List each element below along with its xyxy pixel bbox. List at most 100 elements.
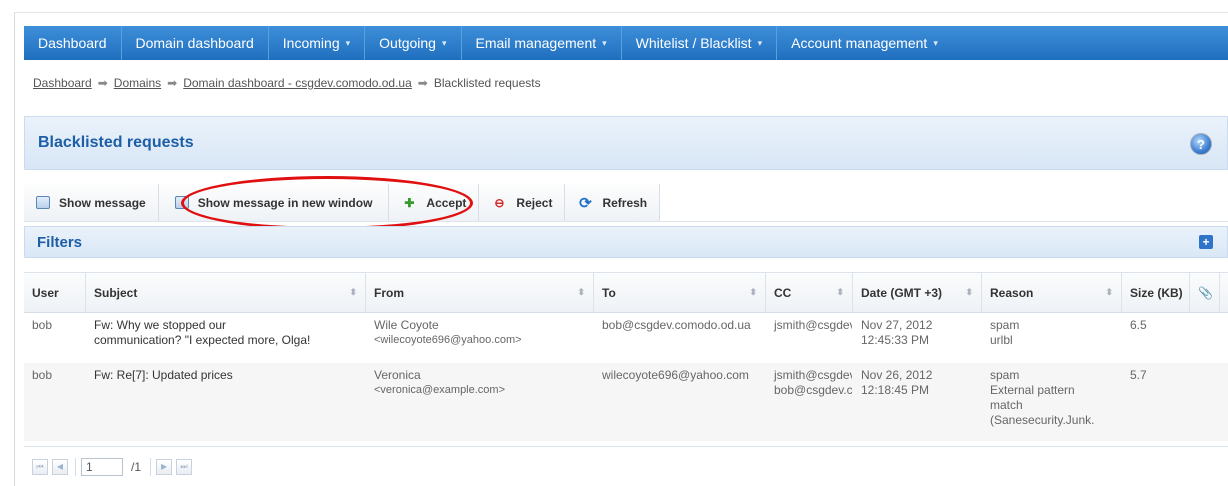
cell-subject: Fw: Why we stopped our communication? "I… — [86, 313, 366, 363]
cc-address: jsmith@csgdev.comodo.od.ua — [774, 368, 853, 382]
accept-button[interactable]: ✚ Accept — [389, 184, 480, 221]
message-icon — [36, 196, 50, 209]
column-label: Date (GMT +3) — [861, 285, 943, 300]
breadcrumb-dashboard[interactable]: Dashboard — [33, 76, 92, 90]
breadcrumb: Dashboard ➡ Domains ➡ Domain dashboard -… — [33, 76, 541, 90]
reason-line: spam — [990, 368, 1020, 382]
cell-user: bob — [32, 318, 53, 332]
column-header-user[interactable]: User — [24, 273, 86, 312]
sort-icon: ⬍ — [1105, 287, 1113, 297]
to-address: bob@csgdev.comodo.od.ua — [602, 318, 751, 332]
cell-user: bob — [32, 368, 53, 382]
page-total: /1 — [131, 459, 142, 474]
subject-line: Fw: Why we stopped our — [94, 318, 227, 332]
column-header-date[interactable]: Date (GMT +3) ⬍ — [853, 273, 982, 312]
pager-divider — [150, 457, 152, 476]
reject-icon: ⊖ — [494, 195, 505, 210]
nav-label: Whitelist / Blacklist — [635, 35, 752, 51]
column-header-cc[interactable]: CC ⬍ — [766, 273, 853, 312]
nav-label: Outgoing — [379, 35, 436, 51]
next-page-button[interactable]: ▶ — [156, 458, 173, 475]
show-message-button[interactable]: Show message — [24, 184, 159, 221]
table-row[interactable]: bob Fw: Re[7]: Updated prices Veronica <… — [24, 363, 1228, 441]
nav-label: Dashboard — [38, 35, 107, 51]
nav-dashboard[interactable]: Dashboard — [24, 26, 121, 60]
reason-line: (Sanesecurity.Junk. — [990, 413, 1095, 427]
prev-page-button[interactable]: ◀ — [52, 458, 68, 475]
show-message-new-window-label: Show message in new window — [197, 195, 373, 210]
first-page-button[interactable]: ⏮ — [32, 458, 48, 475]
column-label: To — [602, 285, 616, 300]
nav-account-management[interactable]: Account management ▾ — [777, 26, 952, 60]
cell-reason: spam urlbl — [982, 313, 1122, 363]
breadcrumb-domains[interactable]: Domains — [114, 76, 161, 90]
reason-line: spam — [990, 318, 1020, 332]
column-label: From — [374, 285, 404, 300]
filters-panel[interactable]: Filters + — [24, 226, 1228, 258]
accept-label: Accept — [426, 195, 467, 210]
column-header-reason[interactable]: Reason ⬍ — [982, 273, 1122, 312]
table-row[interactable]: bob Fw: Why we stopped our communication… — [24, 313, 1228, 363]
help-icon[interactable]: ? — [1190, 133, 1212, 155]
cell-size: 5.7 — [1130, 368, 1147, 382]
from-name: Wile Coyote — [374, 318, 439, 332]
arrow-right-icon: ➡ — [97, 76, 108, 90]
cell-attachment — [1190, 363, 1220, 441]
chevron-down-icon: ▾ — [345, 37, 351, 48]
expand-plus-icon[interactable]: + — [1199, 235, 1213, 249]
column-header-subject[interactable]: Subject ⬍ — [86, 273, 366, 312]
cc-address: bob@csgdev.comodo.od.ua — [774, 383, 853, 397]
nav-outgoing[interactable]: Outgoing ▾ — [365, 26, 460, 60]
cell-subject: Fw: Re[7]: Updated prices — [86, 363, 366, 441]
nav-whitelist-blacklist[interactable]: Whitelist / Blacklist ▾ — [622, 26, 776, 60]
requests-table: User Subject ⬍ From ⬍ To ⬍ CC ⬍ Date (GMT +3… — [24, 272, 1228, 441]
chevron-down-icon: ▾ — [441, 37, 447, 48]
sort-icon: ⬍ — [749, 287, 757, 297]
cell-from: Veronica <veronica@example.com> — [366, 363, 594, 441]
from-name: Veronica — [374, 368, 421, 382]
from-address: <veronica@example.com> — [374, 384, 506, 396]
chevron-down-icon: ▾ — [602, 37, 607, 48]
nav-email-management[interactable]: Email management ▾ — [462, 26, 621, 60]
last-page-button[interactable]: ⏭ — [176, 458, 193, 475]
chevron-down-icon: ▾ — [933, 37, 938, 48]
accept-icon: ✚ — [404, 195, 415, 210]
cell-attachment — [1190, 313, 1220, 363]
reason-line: urlbl — [990, 333, 1013, 347]
nav-label: Email management — [475, 35, 597, 51]
column-header-from[interactable]: From ⬍ — [366, 273, 594, 312]
column-label: Size (KB) — [1130, 285, 1183, 300]
cell-date: Nov 27, 2012 12:45:33 PM — [853, 313, 982, 363]
nav-label: Account management — [791, 35, 928, 51]
refresh-icon: ⟳ — [579, 194, 592, 212]
from-address: <wilecoyote696@yahoo.com> — [374, 334, 522, 346]
column-header-to[interactable]: To ⬍ — [594, 273, 766, 312]
cell-to: wilecoyote696@yahoo.com — [594, 363, 766, 441]
main-nav: Dashboard Domain dashboard Incoming ▾ Out… — [24, 26, 1228, 60]
reject-label: Reject — [516, 195, 553, 210]
breadcrumb-domain-dashboard[interactable]: Domain dashboard - csgdev.comodo.od.ua — [183, 76, 412, 90]
column-label: Subject — [94, 285, 138, 300]
date-line: Nov 27, 2012 — [861, 318, 933, 332]
reject-button[interactable]: ⊖ Reject — [479, 184, 566, 221]
arrow-right-icon: ➡ — [417, 76, 428, 90]
cell-from: Wile Coyote <wilecoyote696@yahoo.com> — [366, 313, 594, 363]
sort-icon: ⬍ — [836, 287, 844, 297]
cell-cc: jsmith@csgdev.comodo.od.ua — [766, 313, 853, 363]
sort-icon: ⬍ — [349, 287, 357, 297]
page-number-input[interactable] — [81, 457, 123, 476]
nav-label: Incoming — [282, 35, 340, 51]
show-message-new-window-button[interactable]: Show message in new window — [158, 184, 390, 221]
column-header-size[interactable]: Size (KB) — [1122, 273, 1190, 312]
sort-icon: ⬍ — [577, 287, 585, 297]
time-line: 12:45:33 PM — [861, 333, 930, 347]
breadcrumb-current: Blacklisted requests — [433, 76, 541, 90]
cell-reason: spam External pattern match (Sanesecurit… — [982, 363, 1122, 441]
nav-domain-dashboard[interactable]: Domain dashboard — [122, 26, 268, 60]
refresh-button[interactable]: ⟳ Refresh — [565, 184, 661, 221]
nav-incoming[interactable]: Incoming ▾ — [269, 26, 364, 60]
column-header-attachment[interactable]: 📎 — [1190, 273, 1220, 312]
column-label: Reason — [990, 285, 1034, 300]
cell-size: 6.5 — [1130, 318, 1147, 332]
table-header: User Subject ⬍ From ⬍ To ⬍ CC ⬍ Date (GMT +3… — [24, 273, 1228, 313]
